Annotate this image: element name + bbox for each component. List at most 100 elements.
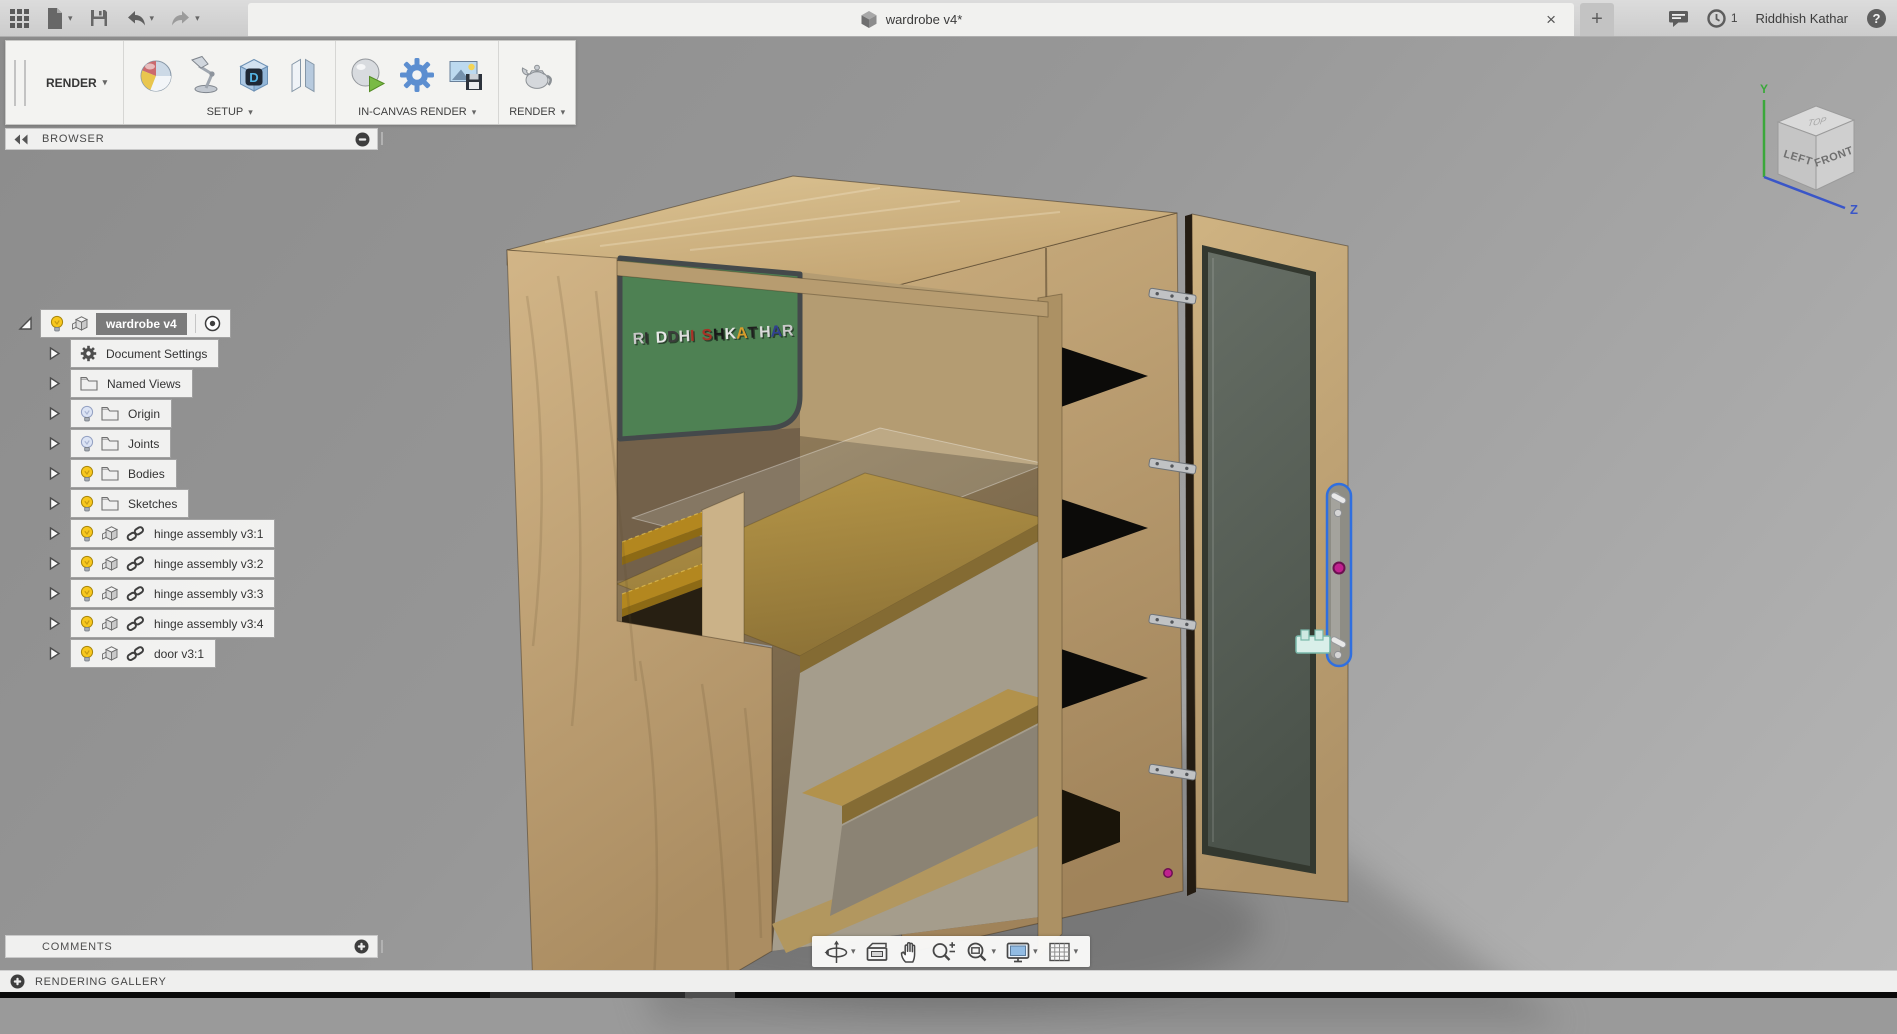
browser-item-bodies[interactable]: Bodies xyxy=(5,460,176,487)
browser-item-label: hinge assembly v3:4 xyxy=(154,616,264,631)
component-icon xyxy=(101,585,119,603)
viewport-3d[interactable]: RRIIDDDDHHIISSHHKKAATTHHAARR Y Z TOP LEF… xyxy=(0,36,1897,1026)
rendering-gallery-bar[interactable]: RENDERING GALLERY xyxy=(0,970,1897,992)
expander-collapsed-icon[interactable] xyxy=(48,556,64,571)
minimize-icon[interactable] xyxy=(355,132,370,147)
save-button[interactable] xyxy=(89,8,109,28)
look-at-button[interactable] xyxy=(865,941,889,963)
plus-circle-icon[interactable] xyxy=(10,974,25,989)
toolbar-group-label[interactable]: IN-CANVAS RENDER ▾ xyxy=(346,103,488,122)
browser-item-hinge-assembly-v3-3[interactable]: hinge assembly v3:3 xyxy=(5,580,275,607)
pan-button[interactable] xyxy=(898,940,921,964)
bulb-on-icon[interactable] xyxy=(80,645,94,663)
appearance-button[interactable] xyxy=(134,53,178,97)
display-settings-button[interactable]: ▾ xyxy=(1005,940,1038,964)
browser-item-hinge-assembly-v3-1[interactable]: hinge assembly v3:1 xyxy=(5,520,275,547)
caret-down-icon: ▾ xyxy=(102,77,108,87)
document-tab[interactable]: wardrobe v4* × xyxy=(248,3,1574,36)
user-name[interactable]: Riddhish Kathar xyxy=(1756,11,1849,26)
comments-scroll-tick[interactable] xyxy=(381,940,383,953)
browser-item-origin[interactable]: Origin xyxy=(5,400,172,427)
scene-settings-button[interactable] xyxy=(183,53,227,97)
component-icon xyxy=(71,315,89,333)
help-icon[interactable]: ? xyxy=(1866,8,1887,29)
new-tab-button[interactable]: + xyxy=(1580,3,1614,36)
component-icon xyxy=(101,615,119,633)
3d-canvas[interactable]: RR II DD DD HH II SS HH KK AA TT HH AA RR xyxy=(0,36,1897,1034)
comment-icon[interactable] xyxy=(1668,9,1689,28)
bulb-on-icon[interactable] xyxy=(80,555,94,573)
fit-button[interactable]: ▾ xyxy=(965,940,996,964)
bulb-on-icon[interactable] xyxy=(80,525,94,543)
browser-item-label: hinge assembly v3:2 xyxy=(154,556,264,571)
bulb-off-icon[interactable] xyxy=(80,435,94,453)
app-grid-button[interactable] xyxy=(10,8,29,28)
divider xyxy=(194,314,196,333)
browser-item-joints[interactable]: Joints xyxy=(5,430,171,457)
in-canvas-render-button[interactable] xyxy=(346,53,390,97)
pan-icon xyxy=(898,940,921,964)
expander-collapsed-icon[interactable] xyxy=(48,436,64,451)
new-file-button[interactable]: ▾ xyxy=(45,7,73,30)
plus-circle-icon[interactable] xyxy=(354,939,369,954)
browser-item-sketches[interactable]: Sketches xyxy=(5,490,189,517)
browser-item-door-v3-1[interactable]: door v3:1 xyxy=(5,640,216,667)
browser-item-chip: hinge assembly v3:4 xyxy=(71,610,275,637)
expander-collapsed-icon[interactable] xyxy=(48,586,64,601)
expander-collapsed-icon[interactable] xyxy=(48,466,64,481)
bulb-on-icon[interactable] xyxy=(80,615,94,633)
workspace-label: RENDER xyxy=(46,75,97,90)
capture-image-button[interactable] xyxy=(444,53,488,97)
bulb-on-icon[interactable] xyxy=(80,585,94,603)
comments-panel-header[interactable]: COMMENTS xyxy=(5,935,378,958)
expander-collapsed-icon[interactable] xyxy=(48,616,64,631)
toolbar-group-label-text: IN-CANVAS RENDER xyxy=(358,106,467,118)
browser-scroll-tick[interactable] xyxy=(381,132,383,145)
render-teapot-button[interactable] xyxy=(515,53,559,97)
viewcube[interactable]: Y Z TOP LEFT FRONT xyxy=(1750,80,1892,222)
browser-panel-header[interactable]: BROWSER xyxy=(5,128,378,150)
grid-layout-button[interactable]: ▾ xyxy=(1047,940,1079,964)
expander-expanded-icon[interactable] xyxy=(18,316,34,331)
browser-item-hinge-assembly-v3-4[interactable]: hinge assembly v3:4 xyxy=(5,610,275,637)
collapse-panel-icon[interactable] xyxy=(14,134,28,145)
workspace-switcher[interactable]: RENDER ▾ xyxy=(30,41,123,124)
gear-icon xyxy=(80,345,97,362)
undo-button[interactable]: ▾ xyxy=(125,10,154,27)
radio-icon[interactable] xyxy=(204,315,221,332)
bulb-off-icon[interactable] xyxy=(80,405,94,423)
bulb-on-icon[interactable] xyxy=(80,465,94,483)
close-tab-button[interactable]: × xyxy=(1542,3,1560,36)
decal-button[interactable]: D xyxy=(232,53,276,97)
browser-item-hinge-assembly-v3-2[interactable]: hinge assembly v3:2 xyxy=(5,550,275,577)
toolbar-group-label[interactable]: SETUP ▾ xyxy=(134,103,325,122)
browser-item-named-views[interactable]: Named Views xyxy=(5,370,192,397)
expander-collapsed-icon[interactable] xyxy=(48,376,64,391)
toolbar-group-label[interactable]: RENDER ▾ xyxy=(509,103,565,122)
browser-item-document-settings[interactable]: Document Settings xyxy=(5,340,219,367)
toolbar-group-setup: D SETUP ▾ xyxy=(123,41,335,124)
render-settings-button[interactable] xyxy=(395,53,439,97)
expander-collapsed-icon[interactable] xyxy=(48,526,64,541)
bulb-on-icon[interactable] xyxy=(50,315,64,333)
expander-collapsed-icon[interactable] xyxy=(48,496,64,511)
toolbar-grip[interactable] xyxy=(14,59,26,106)
expander-collapsed-icon[interactable] xyxy=(48,346,64,361)
mirror-panel[interactable] xyxy=(1208,252,1310,866)
zoom-button[interactable] xyxy=(930,940,956,964)
caret-down-icon: ▾ xyxy=(1073,946,1079,956)
job-status-button[interactable]: 1 xyxy=(1707,8,1738,28)
decal-icon: D xyxy=(234,55,274,95)
wardrobe-model[interactable]: RR II DD DD HH II SS HH KK AA TT HH AA RR xyxy=(506,175,1184,999)
expander-collapsed-icon[interactable] xyxy=(48,406,64,421)
redo-button[interactable]: ▾ xyxy=(170,10,200,27)
joint-marker[interactable] xyxy=(1163,868,1173,878)
door-component[interactable] xyxy=(1185,213,1349,903)
orbit-button[interactable]: ▾ xyxy=(824,940,856,964)
folder-icon xyxy=(101,406,119,421)
bulb-on-icon[interactable] xyxy=(80,495,94,513)
zoom-icon xyxy=(930,940,956,964)
texture-button[interactable] xyxy=(281,53,325,97)
expander-collapsed-icon[interactable] xyxy=(48,646,64,661)
browser-item-wardrobe-v4[interactable]: wardrobe v4 xyxy=(5,310,230,337)
